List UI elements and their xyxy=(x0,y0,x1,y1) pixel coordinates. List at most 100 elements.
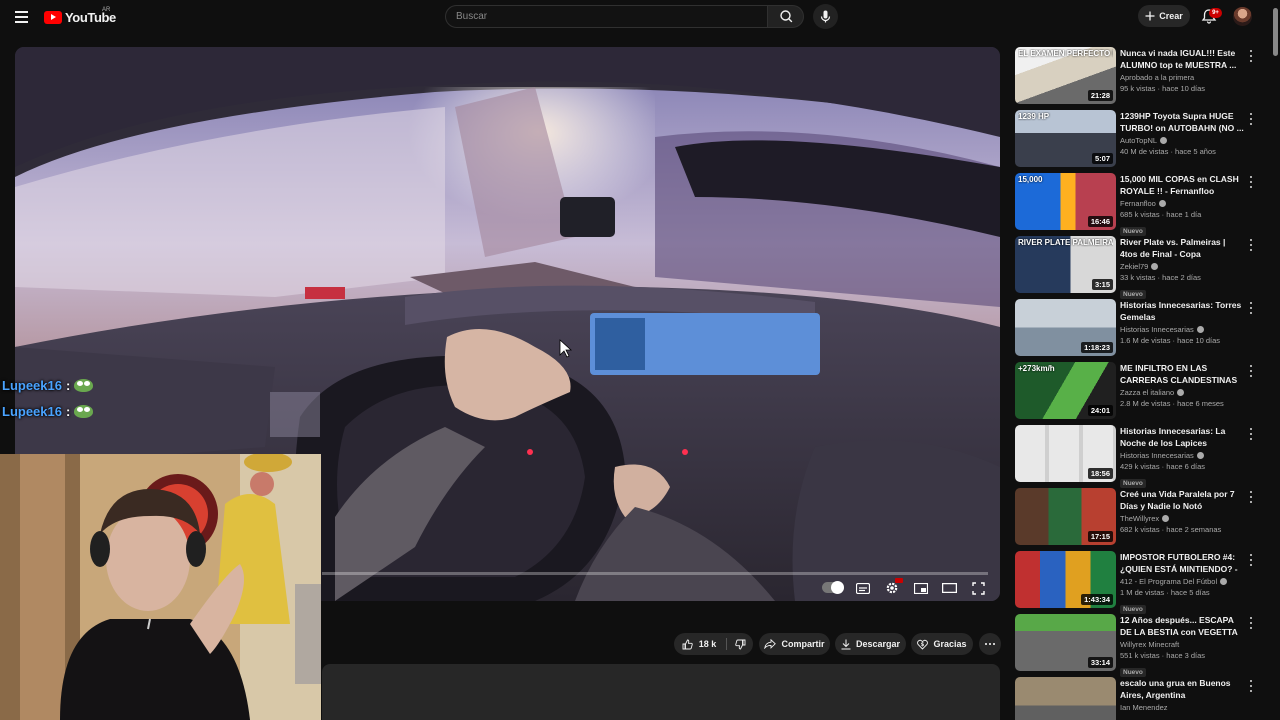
video-thumbnail[interactable]: 15,000 16:46 xyxy=(1015,173,1116,230)
theater-mode-button[interactable] xyxy=(938,580,960,596)
recommended-video[interactable]: 1239 HP 5:07 1239HP Toyota Supra HUGE TURB… xyxy=(1015,110,1265,167)
video-title[interactable]: ME INFILTRO EN LAS CARRERAS CLANDESTINAS… xyxy=(1120,363,1245,386)
video-title[interactable]: River Plate vs. Palmeiras | 4tos de Fina… xyxy=(1120,237,1245,260)
microphone-icon xyxy=(820,10,831,23)
video-title[interactable]: 15,000 MIL COPAS en CLASH ROYALE !! - Fe… xyxy=(1120,174,1245,197)
pepe-emote-icon xyxy=(74,379,94,392)
channel-name[interactable]: 412 - El Programa Del Fútbol xyxy=(1120,576,1245,587)
video-title[interactable]: 12 Años después... ESCAPA DE LA BESTIA c… xyxy=(1120,615,1245,638)
channel-name[interactable]: Zazza el italiano xyxy=(1120,387,1245,398)
channel-name[interactable]: Zekiel79 xyxy=(1120,261,1245,272)
recommended-video[interactable]: 15,000 16:46 15,000 MIL COPAS en CLASH ROY… xyxy=(1015,173,1265,236)
thanks-label: Gracias xyxy=(933,639,967,649)
miniplayer-button[interactable] xyxy=(910,580,932,596)
verified-icon xyxy=(1196,452,1204,459)
video-title[interactable]: Historias Innecesarias: Torres Gemelas xyxy=(1120,300,1245,323)
video-thumbnail[interactable]: 1:43:34 xyxy=(1015,551,1116,608)
kebab-icon[interactable] xyxy=(1247,490,1255,504)
video-title[interactable]: 1239HP Toyota Supra HUGE TURBO! on AUTOB… xyxy=(1120,111,1245,134)
video-title[interactable]: Creé una Vida Paralela por 7 Días y Nadi… xyxy=(1120,489,1245,512)
more-actions-button[interactable] xyxy=(979,633,1001,655)
recommended-video[interactable]: RIVER PLATE PALMEIRAS 3:15 River Plate vs.… xyxy=(1015,236,1265,299)
dislike-button[interactable] xyxy=(728,633,753,655)
recommended-video[interactable]: +273km/h 24:01 ME INFILTRO EN LAS CARRERAS… xyxy=(1015,362,1265,419)
subtitles-button[interactable] xyxy=(852,580,874,596)
channel-name[interactable]: Ian Menendez xyxy=(1120,702,1245,713)
video-title[interactable]: escalo una grua en Buenos Aires, Argenti… xyxy=(1120,678,1245,701)
fullscreen-icon xyxy=(971,581,985,595)
video-thumbnail[interactable]: EL EXAMEN PERFECTO EXISTE 21:28 xyxy=(1015,47,1116,104)
description-box[interactable] xyxy=(322,664,1000,720)
progress-bar[interactable] xyxy=(322,572,988,575)
channel-name[interactable]: AutoTopNL xyxy=(1120,135,1245,146)
thumbnail-text: EL EXAMEN PERFECTO EXISTE xyxy=(1018,49,1113,58)
share-button[interactable]: Compartir xyxy=(759,633,830,655)
video-duration: 5:07 xyxy=(1091,153,1113,164)
video-title[interactable]: IMPOSTOR FUTBOLERO #4: ¿QUIEN ESTÁ MINTI… xyxy=(1120,552,1245,575)
video-thumbnail[interactable]: 1:18:23 xyxy=(1015,299,1116,356)
like-button[interactable]: 18 k xyxy=(674,633,724,655)
video-info: Historias Innecesarias: La Noche de los … xyxy=(1120,426,1245,490)
video-title[interactable]: Nunca vi nada IGUAL!!! Este ALUMNO top t… xyxy=(1120,48,1245,71)
channel-name[interactable]: Fernanfloo xyxy=(1120,198,1245,209)
fullscreen-button[interactable] xyxy=(967,580,989,596)
verified-icon xyxy=(1162,515,1170,522)
region-code: AR xyxy=(102,7,111,13)
recommended-video[interactable]: 18:56 Historias Innecesarias: La Noche de… xyxy=(1015,425,1265,488)
thanks-button[interactable]: $ Gracias xyxy=(911,633,973,655)
recommended-video[interactable]: EL EXAMEN PERFECTO EXISTE 21:28 Nunca vi n… xyxy=(1015,47,1265,104)
kebab-icon[interactable] xyxy=(1247,112,1255,126)
account-avatar[interactable] xyxy=(1233,7,1252,26)
menu-icon[interactable] xyxy=(10,6,34,28)
kebab-icon[interactable] xyxy=(1247,238,1255,252)
channel-name-text: Historias Innecesarias xyxy=(1120,451,1194,460)
autoplay-toggle[interactable] xyxy=(822,581,844,594)
video-title[interactable]: Historias Innecesarias: La Noche de los … xyxy=(1120,426,1245,449)
kebab-icon[interactable] xyxy=(1247,49,1255,63)
video-duration: 18:56 xyxy=(1087,468,1113,479)
verified-icon xyxy=(1220,578,1228,585)
download-button[interactable]: Descargar xyxy=(835,633,906,655)
channel-name[interactable]: Historias Innecesarias xyxy=(1120,450,1245,461)
kebab-icon[interactable] xyxy=(1247,301,1255,315)
video-thumbnail[interactable]: RIVER PLATE PALMEIRAS 3:15 xyxy=(1015,236,1116,293)
channel-name[interactable]: Aprobado a la primera xyxy=(1120,72,1245,83)
channel-name[interactable]: Historias Innecesarias xyxy=(1120,324,1245,335)
plus-icon xyxy=(1145,11,1155,21)
voice-search-button[interactable] xyxy=(813,4,838,29)
video-duration: 21:28 xyxy=(1087,90,1113,101)
new-badge: Nuevo xyxy=(1120,605,1146,614)
search-button[interactable] xyxy=(767,5,804,28)
video-thumbnail[interactable]: +273km/h 24:01 xyxy=(1015,362,1116,419)
page-scrollbar[interactable] xyxy=(1271,0,1280,720)
create-button[interactable]: Crear xyxy=(1138,5,1190,27)
new-badge: Nuevo xyxy=(1120,479,1146,488)
search-input[interactable] xyxy=(445,5,768,28)
verified-icon xyxy=(1160,137,1168,144)
video-thumbnail[interactable] xyxy=(1015,677,1116,720)
recommended-video[interactable]: 33:14 12 Años después... ESCAPA DE LA BES… xyxy=(1015,614,1265,677)
webcam-frame xyxy=(0,454,321,720)
video-thumbnail[interactable]: 17:15 xyxy=(1015,488,1116,545)
video-thumbnail[interactable]: 1239 HP 5:07 xyxy=(1015,110,1116,167)
channel-name[interactable]: TheWillyrex xyxy=(1120,513,1245,524)
theater-icon xyxy=(941,583,957,593)
kebab-icon[interactable] xyxy=(1247,679,1255,693)
recommended-video[interactable]: escalo una grua en Buenos Aires, Argenti… xyxy=(1015,677,1265,720)
scrollbar-thumb[interactable] xyxy=(1273,8,1278,56)
channel-name[interactable]: Willyrex Minecraft xyxy=(1120,639,1245,650)
new-badge: Nuevo xyxy=(1120,668,1146,677)
kebab-icon[interactable] xyxy=(1247,175,1255,189)
recommended-video[interactable]: 1:43:34 IMPOSTOR FUTBOLERO #4: ¿QUIEN EST… xyxy=(1015,551,1265,614)
video-thumbnail[interactable]: 33:14 xyxy=(1015,614,1116,671)
channel-name-text: Fernanfloo xyxy=(1120,199,1156,208)
recommended-video[interactable]: 17:15 Creé una Vida Paralela por 7 Días y… xyxy=(1015,488,1265,545)
miniplayer-icon xyxy=(914,582,928,594)
kebab-icon[interactable] xyxy=(1247,553,1255,567)
kebab-icon[interactable] xyxy=(1247,427,1255,441)
recommended-video[interactable]: 1:18:23 Historias Innecesarias: Torres Ge… xyxy=(1015,299,1265,356)
kebab-icon[interactable] xyxy=(1247,616,1255,630)
subtitles-icon xyxy=(856,582,870,594)
kebab-icon[interactable] xyxy=(1247,364,1255,378)
video-thumbnail[interactable]: 18:56 xyxy=(1015,425,1116,482)
